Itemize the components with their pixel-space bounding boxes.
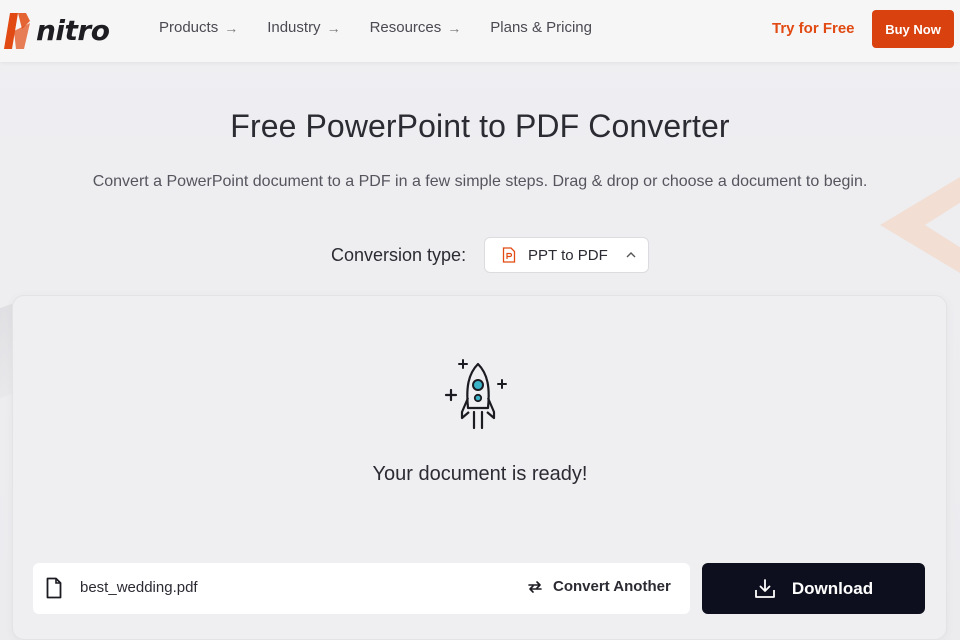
main-nav: Products → Industry → Resources → Plans … bbox=[159, 19, 621, 36]
try-for-free-link[interactable]: Try for Free bbox=[772, 20, 855, 37]
converted-file-bar: best_wedding.pdf Convert Another bbox=[33, 563, 690, 614]
arrow-right-icon: → bbox=[326, 19, 341, 36]
conversion-type-value: PPT to PDF bbox=[528, 246, 608, 264]
logo-wordmark: nitro bbox=[36, 13, 110, 47]
status-message: Your document is ready! bbox=[372, 463, 588, 485]
download-icon bbox=[754, 578, 775, 598]
nav-plans-pricing[interactable]: Plans & Pricing bbox=[490, 19, 592, 36]
page-title: Free PowerPoint to PDF Converter bbox=[230, 108, 730, 144]
nav-label: Plans & Pricing bbox=[490, 19, 592, 36]
nav-label: Industry bbox=[267, 19, 321, 36]
swap-arrows-icon bbox=[528, 580, 542, 593]
convert-another-button[interactable]: Convert Another bbox=[527, 578, 671, 595]
buy-now-button[interactable]: Buy Now bbox=[872, 10, 954, 48]
nav-products[interactable]: Products → bbox=[159, 19, 238, 36]
conversion-type-select[interactable]: PPT to PDF bbox=[484, 237, 649, 273]
nitro-logo[interactable]: nitro bbox=[4, 8, 110, 52]
conversion-type-label: Conversion type: bbox=[331, 245, 467, 265]
file-name: best_wedding.pdf bbox=[80, 579, 198, 596]
page-subtitle: Convert a PowerPoint document to a PDF i… bbox=[92, 173, 868, 190]
file-ppt-icon bbox=[502, 247, 516, 263]
nav-label: Products bbox=[159, 19, 219, 36]
rocket-icon bbox=[444, 359, 507, 430]
top-navigation-bar: nitro Products → Industry → Resources → … bbox=[0, 0, 960, 62]
download-button[interactable]: Download bbox=[702, 563, 925, 614]
convert-another-label: Convert Another bbox=[553, 578, 671, 595]
nitro-logo-icon bbox=[4, 13, 30, 49]
nav-label: Resources bbox=[369, 19, 442, 36]
arrow-right-icon: → bbox=[447, 19, 462, 36]
document-icon bbox=[46, 577, 62, 599]
download-label: Download bbox=[791, 578, 874, 598]
nav-industry[interactable]: Industry → bbox=[267, 19, 340, 36]
chevron-up-icon bbox=[626, 252, 636, 258]
nav-resources[interactable]: Resources → bbox=[370, 19, 462, 36]
arrow-right-icon: → bbox=[224, 19, 239, 36]
